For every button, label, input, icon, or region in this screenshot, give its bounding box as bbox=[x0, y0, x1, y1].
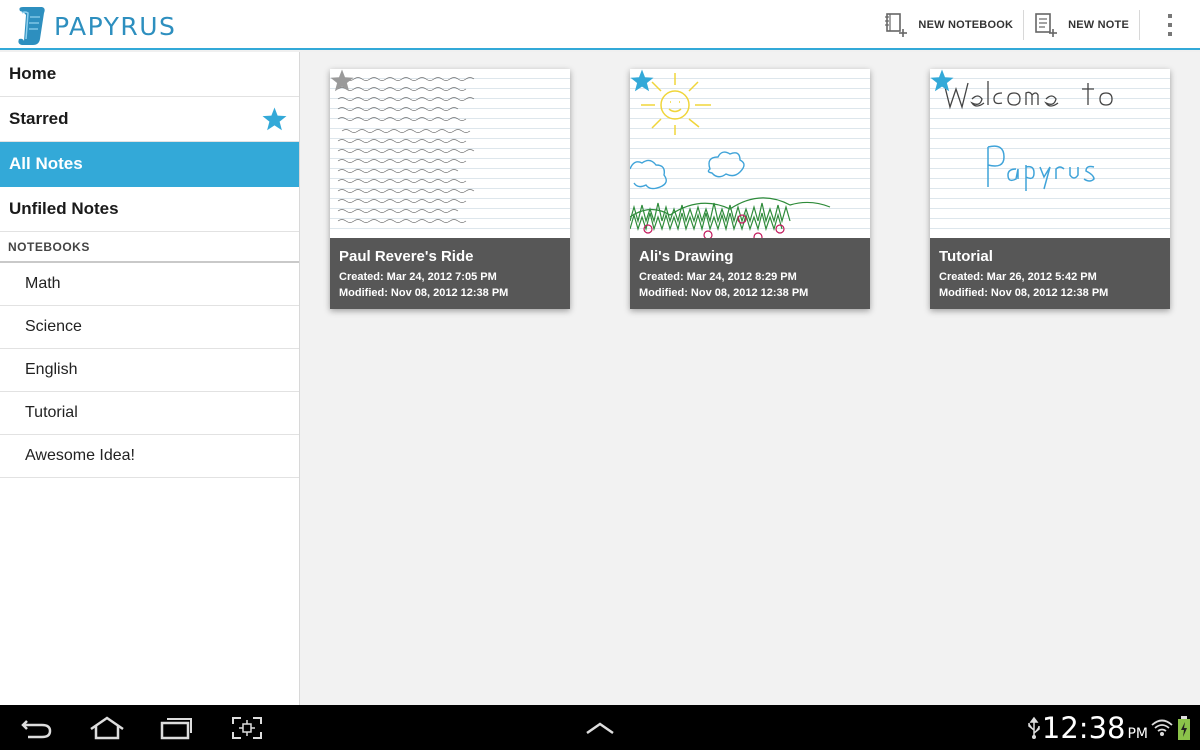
scroll-logo-icon bbox=[18, 7, 45, 45]
home-icon bbox=[90, 715, 124, 739]
notes-grid: Paul Revere's Ride Created: Mar 24, 2012… bbox=[300, 52, 1200, 705]
note-title: Paul Revere's Ride bbox=[339, 248, 474, 265]
star-icon bbox=[262, 107, 287, 131]
battery-status bbox=[1174, 705, 1194, 750]
back-button[interactable] bbox=[14, 705, 60, 750]
notebook-item-awesome-idea[interactable]: Awesome Idea! bbox=[0, 435, 299, 478]
note-card[interactable]: Tutorial Created: Mar 26, 2012 5:42 PM M… bbox=[930, 69, 1170, 309]
new-note-icon bbox=[1035, 13, 1058, 37]
new-note-label: NEW NOTE bbox=[1068, 19, 1129, 31]
notebook-label: Math bbox=[25, 275, 61, 292]
note-info: Tutorial Created: Mar 26, 2012 5:42 PM M… bbox=[930, 238, 1170, 309]
note-thumbnail bbox=[630, 69, 870, 238]
battery-icon bbox=[1178, 715, 1190, 740]
note-info: Ali's Drawing Created: Mar 24, 2012 8:29… bbox=[630, 238, 870, 309]
sidebar-item-starred[interactable]: Starred bbox=[0, 97, 299, 142]
sidebar-item-label: All Notes bbox=[9, 154, 83, 173]
app-logo[interactable]: PAPYRUS bbox=[14, 5, 176, 47]
usb-icon bbox=[1028, 716, 1040, 739]
star-icon[interactable] bbox=[330, 69, 354, 92]
notebook-item-science[interactable]: Science bbox=[0, 306, 299, 349]
note-info: Paul Revere's Ride Created: Mar 24, 2012… bbox=[330, 238, 570, 309]
note-thumbnail bbox=[930, 69, 1170, 238]
notebook-label: Tutorial bbox=[25, 404, 78, 421]
wifi-icon bbox=[1151, 719, 1173, 736]
home-button[interactable] bbox=[84, 705, 130, 750]
new-notebook-label: NEW NOTEBOOK bbox=[918, 19, 1014, 31]
new-note-button[interactable]: NEW NOTE bbox=[1024, 0, 1139, 50]
note-modified: Modified: Nov 08, 2012 12:38 PM bbox=[939, 287, 1109, 299]
system-navigation-bar: 12:38 PM bbox=[0, 705, 1200, 750]
system-clock: 12:38 PM bbox=[1042, 711, 1148, 745]
sidebar-item-label: Starred bbox=[9, 109, 69, 128]
star-icon[interactable] bbox=[930, 69, 954, 92]
notebook-label: Science bbox=[25, 318, 82, 335]
sidebar-item-home[interactable]: Home bbox=[0, 52, 299, 97]
sidebar-item-all-notes[interactable]: All Notes bbox=[0, 142, 299, 187]
note-created: Created: Mar 24, 2012 7:05 PM bbox=[339, 271, 497, 283]
overflow-menu-icon bbox=[1168, 14, 1172, 36]
screenshot-button[interactable] bbox=[224, 705, 270, 750]
notebook-item-english[interactable]: English bbox=[0, 349, 299, 392]
star-icon[interactable] bbox=[630, 69, 654, 92]
overflow-menu-button[interactable] bbox=[1140, 0, 1200, 50]
sidebar-item-label: Home bbox=[9, 64, 57, 83]
note-created: Created: Mar 24, 2012 8:29 PM bbox=[639, 271, 797, 283]
clock-time: 12:38 bbox=[1041, 711, 1126, 745]
note-modified: Modified: Nov 08, 2012 12:38 PM bbox=[339, 287, 509, 299]
new-notebook-button[interactable]: NEW NOTEBOOK bbox=[874, 0, 1023, 50]
back-icon bbox=[21, 719, 52, 738]
note-card[interactable]: Paul Revere's Ride Created: Mar 24, 2012… bbox=[330, 69, 570, 309]
notebook-label: Awesome Idea! bbox=[25, 447, 135, 464]
recent-apps-button[interactable] bbox=[154, 705, 200, 750]
notebook-item-tutorial[interactable]: Tutorial bbox=[0, 392, 299, 435]
note-card[interactable]: Ali's Drawing Created: Mar 24, 2012 8:29… bbox=[630, 69, 870, 309]
note-created: Created: Mar 26, 2012 5:42 PM bbox=[939, 271, 1097, 283]
recent-apps-icon bbox=[160, 717, 192, 739]
sidebar: Home Starred All Notes Unfiled Notes NOT… bbox=[0, 52, 300, 705]
note-thumbnail bbox=[330, 69, 570, 238]
app-title: PAPYRUS bbox=[54, 11, 177, 41]
action-bar: PAPYRUS NEW NOTEBOOK NEW NOTE bbox=[0, 0, 1200, 50]
note-title: Tutorial bbox=[939, 248, 993, 265]
notebook-label: English bbox=[25, 361, 78, 378]
chevron-up-icon bbox=[586, 721, 614, 734]
clock-ampm: PM bbox=[1127, 726, 1148, 742]
screenshot-icon bbox=[232, 716, 262, 739]
sidebar-item-unfiled-notes[interactable]: Unfiled Notes bbox=[0, 187, 299, 232]
notebooks-header: NOTEBOOKS bbox=[0, 232, 299, 263]
note-title: Ali's Drawing bbox=[639, 248, 734, 265]
app-tray-button[interactable] bbox=[578, 705, 622, 750]
note-modified: Modified: Nov 08, 2012 12:38 PM bbox=[639, 287, 809, 299]
sidebar-item-label: Unfiled Notes bbox=[9, 199, 119, 218]
new-notebook-icon bbox=[885, 13, 908, 37]
notebook-item-math[interactable]: Math bbox=[0, 263, 299, 306]
wifi-status bbox=[1150, 705, 1174, 750]
